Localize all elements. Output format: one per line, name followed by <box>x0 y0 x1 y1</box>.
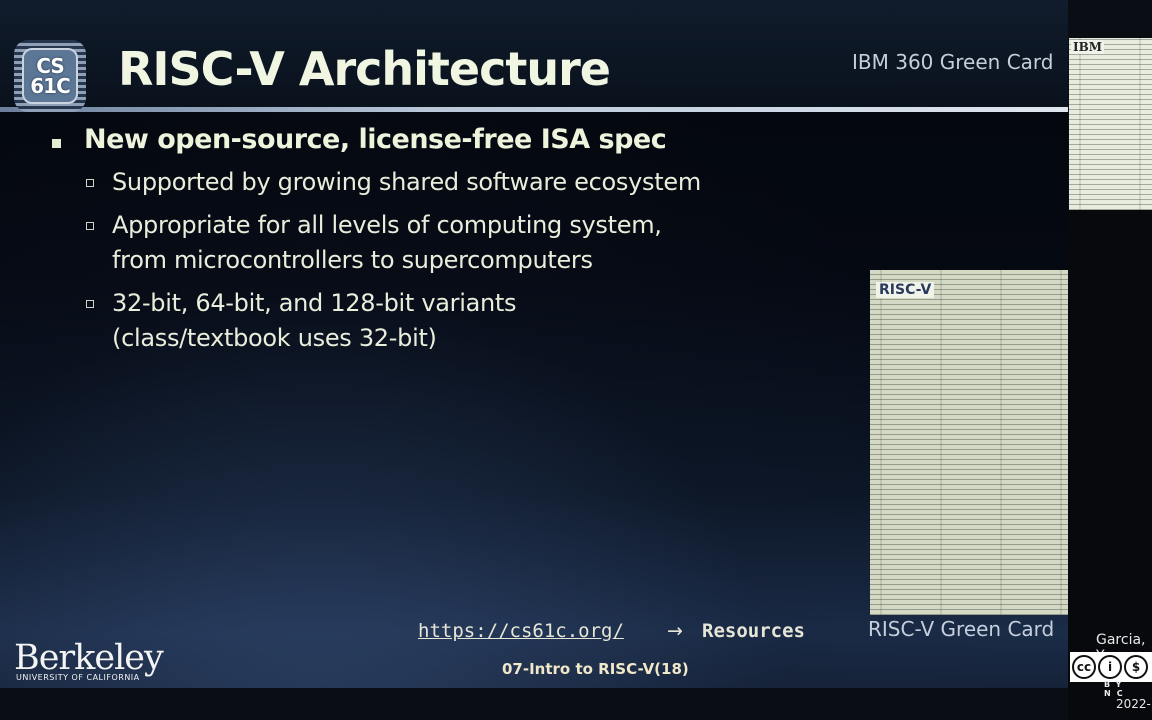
resources-label: Resources <box>702 620 805 642</box>
ibm-card-label: IBM 360 Green Card <box>852 50 1054 74</box>
ibm-card-heading: IBM <box>1071 40 1105 54</box>
creative-commons-badge: cc i $ <box>1070 652 1152 682</box>
bullet-main: New open-source, license-free ISA spec <box>46 124 786 155</box>
bullet-list: New open-source, license-free ISA spec S… <box>46 124 786 364</box>
arrow-right-icon: → <box>667 620 683 642</box>
sub-bullet: Supported by growing shared software eco… <box>46 165 786 200</box>
logo-line1: CS <box>36 54 64 78</box>
sub-bullet-square-icon <box>86 222 94 230</box>
berkeley-logo-subtitle: UNIVERSITY OF CALIFORNIA <box>16 673 140 682</box>
license-subtitle: BY NC <box>1104 680 1129 698</box>
nc-icon: $ <box>1124 655 1148 679</box>
riscv-green-card-image: RISC-V <box>870 270 1068 615</box>
sub-bullet-line: from microcontrollers to supercomputers <box>112 246 593 274</box>
sub-bullet-square-icon <box>86 300 94 308</box>
lecture-footer: 07-Intro to RISC-V(18) <box>502 660 689 678</box>
sub-bullet-line: Supported by growing shared software eco… <box>112 168 701 196</box>
riscv-card-heading: RISC-V <box>876 282 935 298</box>
sub-bullet-line: 32-bit, 64-bit, and 128-bit variants <box>112 289 517 317</box>
year-label: 2022- <box>1116 697 1151 711</box>
sub-bullet-square-icon <box>86 179 94 187</box>
bullet-main-text: New open-source, license-free ISA spec <box>84 124 667 155</box>
riscv-card-label: RISC-V Green Card <box>868 617 1055 641</box>
sub-bullet: Appropriate for all levels of computing … <box>46 208 786 278</box>
cs61c-logo-chip: CS 61C <box>22 48 78 104</box>
sub-bullet-line: (class/textbook uses 32-bit) <box>112 324 437 352</box>
by-icon: i <box>1098 655 1122 679</box>
ibm-green-card-image: IBM <box>1069 38 1152 210</box>
cc-icon: cc <box>1072 655 1096 679</box>
slide-title: RISC-V Architecture <box>118 42 611 96</box>
berkeley-logo: Berkeley <box>14 638 164 678</box>
slide: CS 61C RISC-V Architecture IBM 360 Green… <box>0 0 1068 688</box>
sub-bullet-line: Appropriate for all levels of computing … <box>112 211 662 239</box>
bullet-square-icon <box>52 139 61 148</box>
sub-bullet: 32-bit, 64-bit, and 128-bit variants (cl… <box>46 286 786 356</box>
cs61c-logo: CS 61C <box>14 40 86 112</box>
resources-link[interactable]: https://cs61c.org/ <box>418 620 624 642</box>
logo-line2: 61C <box>30 74 71 98</box>
